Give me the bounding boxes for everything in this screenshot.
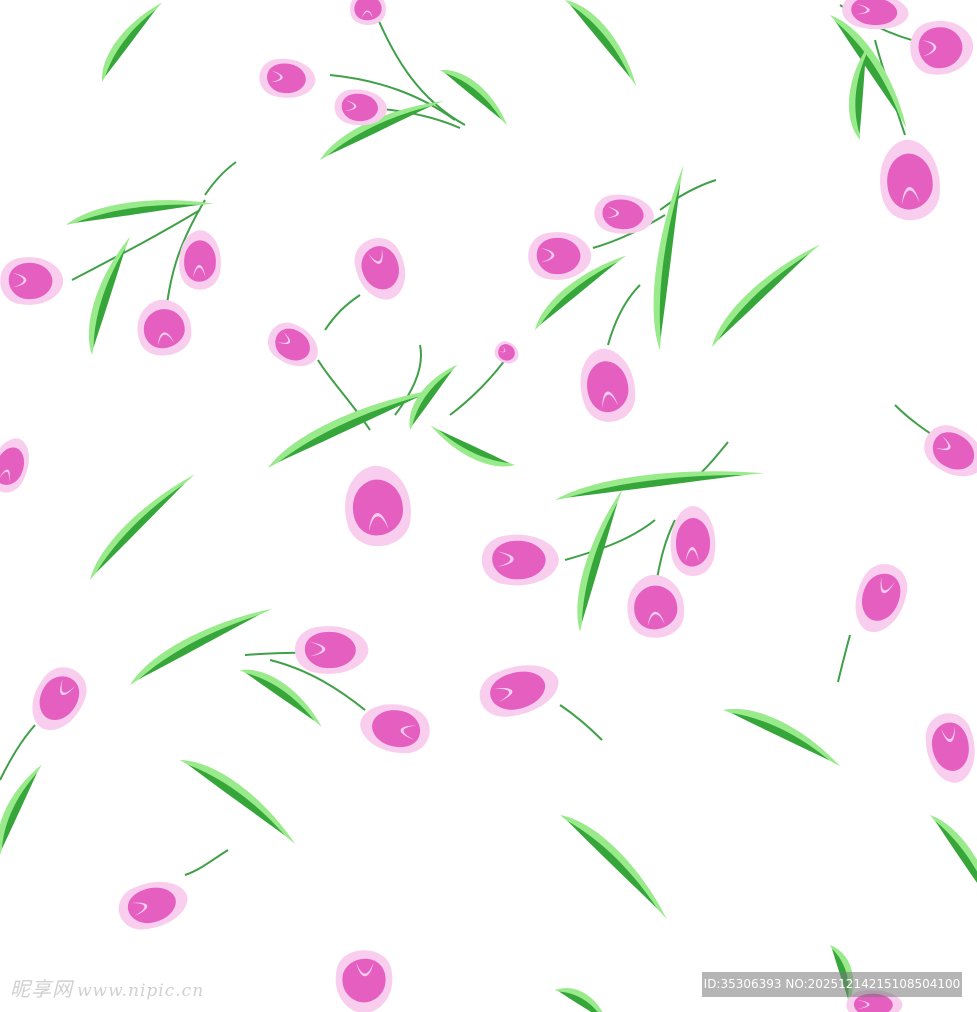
- image-id-badge: ID:35306393 NO:20251214215108504100: [702, 972, 962, 997]
- tulip-pattern-canvas: [0, 0, 977, 1012]
- watermark-site-text: www.nipic.cn: [77, 981, 205, 1001]
- watermark-logo-text: 昵享网: [10, 977, 73, 1001]
- watermark-logo: 昵享网 www.nipic.cn: [10, 973, 204, 1002]
